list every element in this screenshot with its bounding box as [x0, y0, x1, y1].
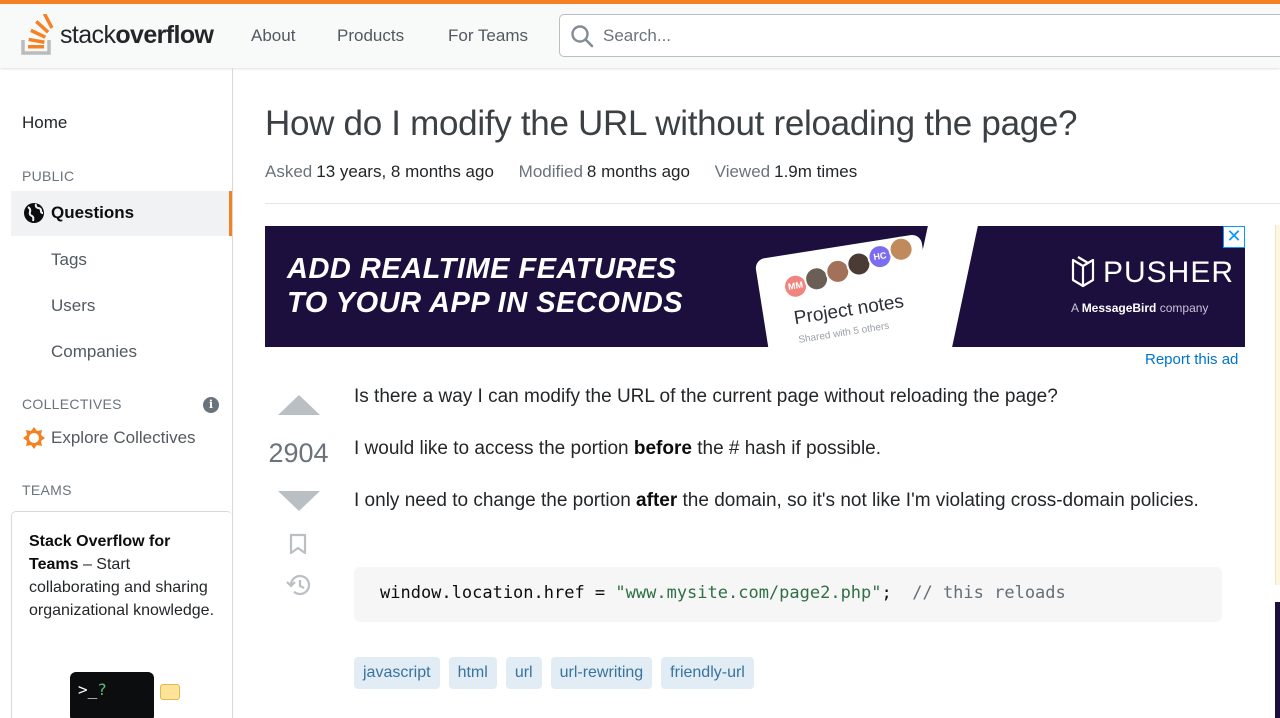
ad-brand-name: PUSHER [1103, 256, 1235, 289]
upvote-button[interactable] [278, 395, 320, 415]
pusher-logo-icon [1071, 256, 1095, 288]
sidebar-item-label: Questions [51, 203, 135, 222]
terminal-illustration: >_? [70, 672, 154, 718]
post-paragraph: I would like to access the portion befor… [354, 438, 882, 459]
right-sidebar-edge [1275, 225, 1280, 585]
history-icon[interactable] [286, 573, 312, 597]
sidebar-item-companies[interactable]: Companies [51, 342, 137, 362]
meta-asked-label: Asked [265, 162, 313, 181]
nav-about[interactable]: About [251, 26, 295, 46]
sidebar-item-home[interactable]: Home [22, 113, 67, 133]
globe-icon [24, 203, 44, 223]
search-icon [571, 25, 594, 48]
meta-viewed-value: 1.9m times [774, 162, 858, 181]
right-ad-edge [1275, 602, 1280, 718]
sidebar-item-explore-collectives[interactable]: Explore Collectives [51, 428, 196, 448]
post-paragraph: I only need to change the portion after … [354, 490, 1199, 511]
advertisement-banner[interactable]: ADD REALTIME FEATURES TO YOUR APP IN SEC… [265, 226, 1245, 347]
meta-viewed-label: Viewed [714, 162, 771, 181]
bookmark-icon[interactable] [289, 533, 307, 555]
collectives-icon [23, 427, 45, 449]
question-title[interactable]: How do I modify the URL without reloadin… [265, 104, 1078, 144]
sidebar-section-teams: TEAMS [22, 482, 72, 498]
vote-count: 2904 [268, 438, 329, 468]
ad-project-card: MM HC Project notes Shared with 5 others [754, 233, 938, 347]
sidebar-section-public: PUBLIC [22, 168, 75, 184]
chat-bubble-icon [160, 684, 180, 700]
tag-list: javascript html url url-rewriting friend… [354, 657, 754, 689]
ad-brand-subtitle: A MessageBird company [1071, 301, 1209, 315]
tag-friendly-url[interactable]: friendly-url [661, 657, 754, 689]
sidebar-section-collectives: COLLECTIVES [22, 396, 122, 412]
left-sidebar: Home PUBLIC Questions Tags Users Compani… [0, 68, 233, 718]
search-input[interactable] [603, 15, 1203, 56]
meta-asked-value[interactable]: 13 years, 8 months ago [316, 162, 494, 181]
tag-url[interactable]: url [505, 657, 542, 689]
tag-javascript[interactable]: javascript [354, 657, 440, 689]
ad-headline: ADD REALTIME FEATURES TO YOUR APP IN SEC… [287, 253, 684, 319]
report-ad-link[interactable]: Report this ad [1145, 351, 1238, 368]
meta-modified-value[interactable]: 8 months ago [587, 162, 690, 181]
teams-promo-text: Stack Overflow for Teams – Start collabo… [29, 533, 215, 619]
sidebar-item-users[interactable]: Users [51, 296, 95, 316]
logo-wordmark: stackoverflow [60, 20, 214, 49]
teams-promo-box: Stack Overflow for Teams – Start collabo… [11, 511, 232, 718]
info-icon[interactable]: i [203, 397, 219, 413]
question-meta: Asked 13 years, 8 months ago Modified 8 mo… [265, 162, 877, 182]
stackoverflow-logo[interactable]: stackoverflow [20, 13, 214, 57]
meta-modified-label: Modified [518, 162, 583, 181]
nav-products[interactable]: Products [337, 26, 404, 46]
top-bar: stackoverflow About Products For Teams [0, 0, 1280, 68]
sidebar-item-tags[interactable]: Tags [51, 250, 87, 270]
post-paragraph: Is there a way I can modify the URL of t… [354, 386, 1058, 407]
search-box[interactable] [559, 14, 1280, 57]
tag-html[interactable]: html [448, 657, 497, 689]
ad-close-button[interactable]: ✕ [1223, 226, 1245, 248]
nav-for-teams[interactable]: For Teams [448, 26, 528, 46]
stack-logo-icon [21, 14, 54, 55]
sidebar-item-questions[interactable]: Questions [11, 191, 232, 236]
title-divider [265, 203, 1280, 204]
downvote-button[interactable] [278, 491, 320, 511]
tag-url-rewriting[interactable]: url-rewriting [550, 657, 653, 689]
code-block[interactable]: window.location.href = "www.mysite.com/p… [354, 567, 1222, 622]
